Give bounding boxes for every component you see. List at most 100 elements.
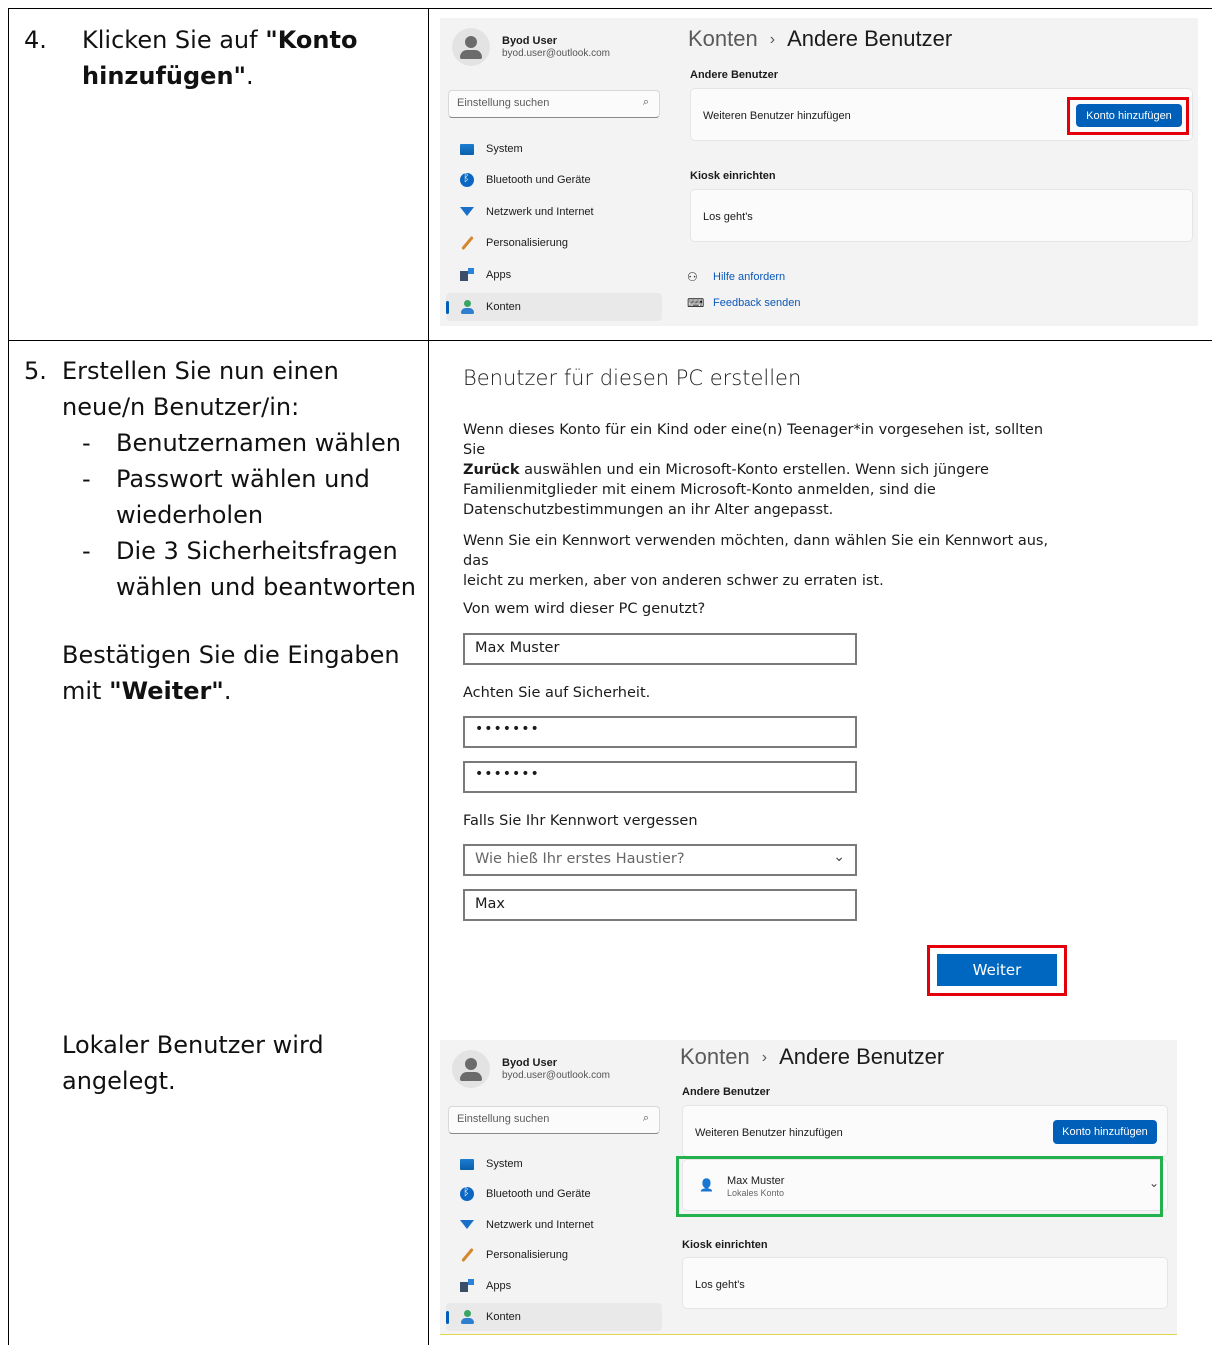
add-account-button[interactable]: Konto hinzufügen xyxy=(1053,1120,1157,1144)
sidebar-item-network[interactable]: Netzwerk und Internet xyxy=(446,198,662,226)
highlight-add-account xyxy=(1067,97,1189,135)
sidebar-item-system[interactable]: System xyxy=(446,1150,662,1178)
chevron-right-icon: › xyxy=(769,31,776,48)
help-icon: ⚇ xyxy=(687,270,698,284)
system-icon xyxy=(460,143,474,155)
local-line: Lokaler Benutzer wird xyxy=(62,1031,324,1059)
bullet-dash: - xyxy=(82,537,91,565)
password-input[interactable]: ••••••• xyxy=(463,716,857,748)
settings-search-input[interactable]: Einstellung suchen ⌕ xyxy=(448,90,660,118)
who-label: Von wem wird dieser PC genutzt? xyxy=(463,601,706,617)
chevron-down-icon: ⌄ xyxy=(833,849,845,865)
local-user-text: Lokaler Benutzer wird angelegt. xyxy=(62,1027,422,1099)
breadcrumb-parent[interactable]: Konten xyxy=(680,1044,750,1069)
section-title-kiosk: Kiosk einrichten xyxy=(690,170,776,182)
avatar xyxy=(452,1050,490,1088)
confirm-prefix: mit xyxy=(62,677,110,705)
sidebar-item-label: Personalisierung xyxy=(486,1249,568,1261)
bullet-text: Passwort wählen und xyxy=(116,465,370,493)
user-email: byod.user@outlook.com xyxy=(502,47,610,59)
help-link-label: Hilfe anfordern xyxy=(713,271,786,283)
step-5-text: 5. Erstellen Sie nun einen neue/n Benutze… xyxy=(24,353,419,605)
add-user-label: Weiteren Benutzer hinzufügen xyxy=(695,1127,843,1139)
sidebar-item-accounts[interactable]: Konten xyxy=(446,293,662,321)
step-bold: "Konto xyxy=(265,26,358,54)
security-label: Achten Sie auf Sicherheit. xyxy=(463,685,651,701)
info-paragraph-1: Wenn dieses Konto für ein Kind oder eine… xyxy=(463,420,1063,520)
sidebar-item-label: Personalisierung xyxy=(486,237,568,249)
feedback-link[interactable]: ⌨ Feedback senden xyxy=(687,296,800,310)
step-number: 4. xyxy=(24,26,47,54)
feedback-link-label: Feedback senden xyxy=(713,297,801,309)
sidebar-item-personalization[interactable]: Personalisierung xyxy=(446,229,662,257)
forgot-label: Falls Sie Ihr Kennwort vergessen xyxy=(463,813,698,829)
select-value: Wie hieß Ihr erstes Haustier? xyxy=(475,851,685,867)
highlight-next-button xyxy=(927,945,1067,996)
search-icon: ⌕ xyxy=(642,96,649,108)
feedback-icon: ⌨ xyxy=(687,296,705,310)
para-line: Wenn dieses Konto für ein Kind oder eine… xyxy=(463,422,1044,458)
search-icon: ⌕ xyxy=(642,1112,649,1124)
breadcrumb-parent[interactable]: Konten xyxy=(688,26,758,51)
breadcrumb-current: Andere Benutzer xyxy=(779,1044,945,1069)
avatar xyxy=(452,28,490,66)
para-line: Wenn Sie ein Kennwort verwenden möchten,… xyxy=(463,533,1049,569)
search-placeholder: Einstellung suchen xyxy=(457,1113,550,1125)
bullet-text: Die 3 Sicherheitsfragen xyxy=(116,537,398,565)
table-border-top xyxy=(8,8,1212,9)
security-question-select[interactable]: Wie hieß Ihr erstes Haustier? ⌄ xyxy=(463,844,857,876)
sidebar-item-accounts[interactable]: Konten xyxy=(446,1303,662,1331)
para-bold: Zurück xyxy=(463,462,520,478)
confirm-text: Bestätigen Sie die Eingaben mit "Weiter"… xyxy=(62,637,422,709)
password-repeat-input[interactable]: ••••••• xyxy=(463,761,857,793)
breadcrumb: Konten › Andere Benutzer xyxy=(688,26,952,52)
kiosk-label: Los geht's xyxy=(703,211,753,223)
network-icon xyxy=(460,1218,474,1232)
kiosk-card[interactable]: Los geht's xyxy=(690,189,1193,242)
bullet-dash: - xyxy=(82,429,91,457)
step-punct: . xyxy=(246,62,254,90)
security-answer-input[interactable]: Max xyxy=(463,889,857,921)
sidebar-item-label: Bluetooth und Geräte xyxy=(486,1188,591,1200)
bluetooth-icon xyxy=(460,1185,474,1201)
system-icon xyxy=(460,1158,474,1170)
accounts-icon xyxy=(460,300,474,314)
step-instruction: Erstellen Sie nun einen xyxy=(62,357,339,385)
breadcrumb: Konten › Andere Benutzer xyxy=(680,1044,944,1070)
user-email: byod.user@outlook.com xyxy=(502,1069,610,1081)
brush-icon xyxy=(460,236,474,250)
network-icon xyxy=(460,205,474,219)
step-instruction: Klicken Sie auf xyxy=(82,26,266,54)
sidebar-item-label: System xyxy=(486,1158,523,1170)
sidebar-item-apps[interactable]: Apps xyxy=(446,261,662,289)
bullet-text: Benutzernamen wählen xyxy=(116,429,401,457)
sidebar-item-personalization[interactable]: Personalisierung xyxy=(446,1241,662,1269)
local-line: angelegt. xyxy=(62,1067,176,1095)
add-user-label: Weiteren Benutzer hinzufügen xyxy=(703,110,851,122)
sidebar-item-label: Apps xyxy=(486,269,512,281)
sidebar-item-system[interactable]: System xyxy=(446,135,662,163)
kiosk-card[interactable]: Los geht's xyxy=(682,1257,1168,1309)
help-link[interactable]: ⚇ Hilfe anfordern xyxy=(687,270,785,284)
info-paragraph-2: Wenn Sie ein Kennwort verwenden möchten,… xyxy=(463,531,1063,591)
sidebar-item-network[interactable]: Netzwerk und Internet xyxy=(446,1211,662,1239)
table-border-left xyxy=(8,8,9,1345)
bullet-text: wählen und beantworten xyxy=(116,573,416,601)
sidebar-item-bluetooth[interactable]: Bluetooth und Geräte xyxy=(446,166,662,194)
step-bold: hinzufügen" xyxy=(82,62,247,90)
form-title: Benutzer für diesen PC erstellen xyxy=(463,366,802,390)
sidebar-item-label: Apps xyxy=(486,1280,512,1292)
apps-icon xyxy=(460,1279,474,1293)
step-instruction: neue/n Benutzer/in: xyxy=(62,393,300,421)
sidebar-item-bluetooth[interactable]: Bluetooth und Geräte xyxy=(446,1180,662,1208)
sidebar-item-label: Netzwerk und Internet xyxy=(486,1219,594,1231)
sidebar-item-label: Netzwerk und Internet xyxy=(486,206,594,218)
section-title-other-users: Andere Benutzer xyxy=(682,1086,771,1098)
settings-search-input[interactable]: Einstellung suchen ⌕ xyxy=(448,1106,660,1134)
section-title-kiosk: Kiosk einrichten xyxy=(682,1239,768,1251)
sidebar-item-apps[interactable]: Apps xyxy=(446,1272,662,1300)
confirm-suffix: . xyxy=(223,677,232,705)
username-input[interactable]: Max Muster xyxy=(463,633,857,665)
kiosk-label: Los geht's xyxy=(695,1279,745,1291)
user-profile: Byod User byod.user@outlook.com xyxy=(452,1050,610,1088)
